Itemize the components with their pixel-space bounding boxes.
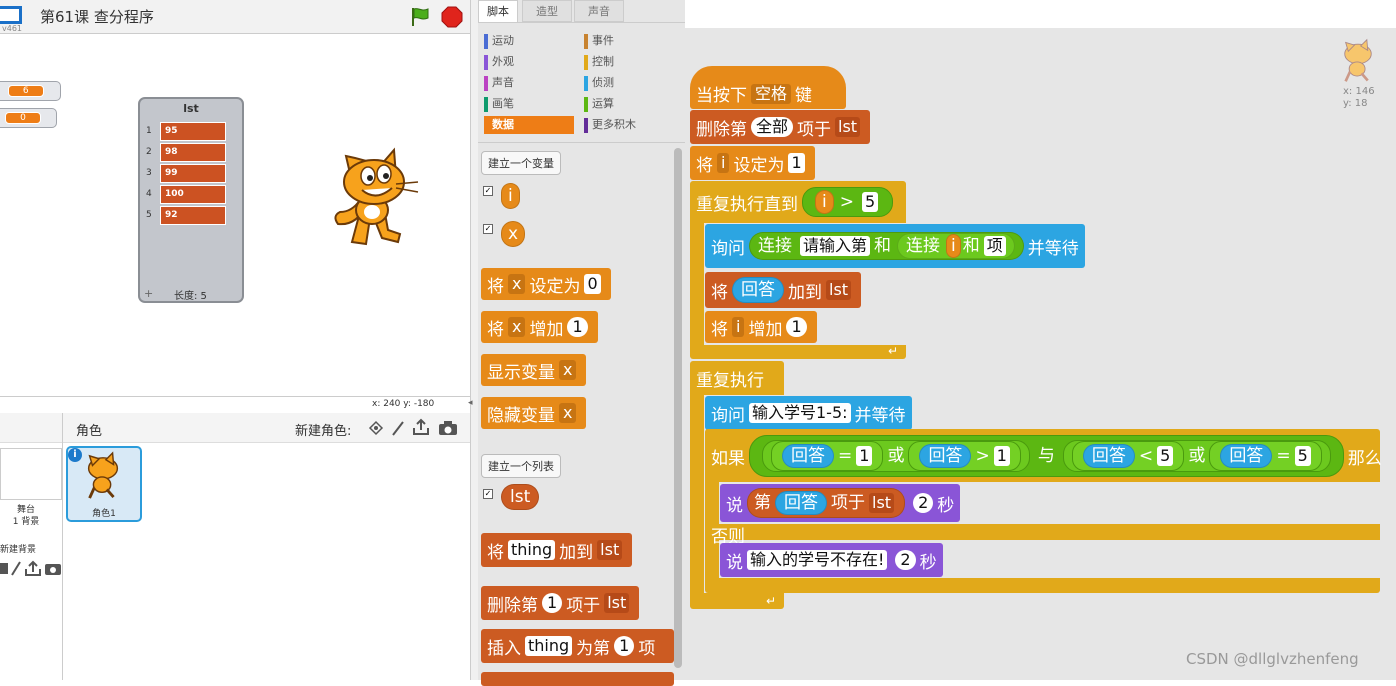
variable-monitor-x[interactable]: 0 [0,108,57,128]
variable-monitor-i[interactable]: i6 [0,81,61,101]
list-checkbox[interactable]: ✓ [483,489,493,499]
category-motion[interactable]: 运动 [484,32,574,50]
paint-brush-icon[interactable] [390,420,406,436]
tab-costumes[interactable]: 造型 [522,0,572,22]
delete-item-block[interactable]: 删除第 1 项于 lst [481,586,640,620]
tab-scripts[interactable]: 脚本 [478,0,518,22]
cat-thumbnail-icon [87,451,119,499]
change-variable-block[interactable]: 将 x 增加 1 [481,311,598,343]
category-pen[interactable]: 画笔 [484,95,574,113]
category-separator [478,142,685,143]
say-item-block[interactable]: 说第回答 项于 lst 2 秒 [720,484,961,522]
category-sound[interactable]: 声音 [484,74,574,92]
backdrop-tools-icon[interactable] [0,560,64,576]
list-item: 4 100 [146,184,226,204]
when-key-pressed-block[interactable]: 当按下 空格键 [690,66,846,109]
green-flag-icon[interactable] [409,6,431,28]
var-i-reporter[interactable]: i [501,183,520,209]
sprite-position: x: 146 y: 18 [1343,86,1375,109]
hide-variable-block[interactable]: 隐藏变量 x [481,397,587,429]
delete-all-block[interactable]: 删除第 全部 项于 lst [690,110,871,144]
list-title: lst [183,102,199,115]
info-icon[interactable]: i [68,448,82,462]
ask-id-block[interactable]: 询问 输入学号1-5: 并等待 [705,396,912,430]
list-reporter[interactable]: lst [501,484,540,510]
panel-divider [62,413,63,680]
stage-label: 舞台 1 背景 [12,505,40,527]
if-header: 如果 回答 = 1 或回答 >1 与回答 <5 或回答 = 5 那么 [705,432,1388,480]
list-item: 3 99 [146,163,226,183]
list-item: 2 98 [146,142,226,162]
collapse-arrow-icon[interactable]: ◂ [468,398,473,408]
change-i-block[interactable]: 将 i 增加 1 [705,311,817,343]
list-monitor-lst[interactable]: lst 1 95 2 98 3 99 4 100 5 92 + 长度: 5 [138,97,244,303]
add-answer-block[interactable]: 将回答 加到 lst [705,272,862,308]
version-label: v461 [2,24,23,33]
set-i-block[interactable]: 将 i 设定为 1 [690,146,815,180]
add-to-list-block[interactable]: 将 thing 加到 lst [481,533,633,567]
cat-sprite-icon[interactable] [326,146,422,250]
category-events[interactable]: 事件 [584,32,674,50]
list-length: 长度: 5 [174,291,207,302]
say-not-exist-block[interactable]: 说输入的学号不存在! 2 秒 [720,543,943,577]
mouse-coordinates: x: 240 y: -180 [372,399,435,409]
list-item: 5 92 [146,205,226,225]
repeat-until-header: 重复执行直到 i >5 [690,183,903,221]
tab-underline [478,22,685,23]
show-variable-block[interactable]: 显示变量 x [481,354,587,386]
else-label: 否则 [711,526,745,547]
current-sprite-icon [1344,38,1372,82]
var-x-reporter[interactable]: x [501,221,526,247]
watermark: CSDN @dllglvzhenfeng [1186,650,1359,668]
monitor-value: 6 [7,85,44,97]
replace-item-block[interactable] [481,672,674,686]
loop-arrow-icon: ↵ [888,344,899,358]
make-list-button[interactable]: 建立一个列表 [481,454,561,478]
ask-join-block[interactable]: 询问 连接 请输入第和连接 i 和项并等待 [705,224,1085,268]
var-x-checkbox[interactable]: ✓ [483,224,493,234]
monitor-value: 0 [5,112,41,124]
category-data[interactable]: 数据 [484,116,574,134]
list-item: 1 95 [146,121,226,141]
insert-item-block[interactable]: 插入 thing 为第 1 项 [481,629,674,663]
category-control[interactable]: 控制 [584,53,674,71]
sprite-name: 角色1 [92,509,116,519]
palette-scrollbar[interactable] [674,148,682,668]
pane-divider[interactable] [470,0,478,680]
loop-arrow-icon: ↵ [766,594,777,608]
sprite-library-icon[interactable] [368,420,384,436]
camera-icon[interactable] [438,420,458,436]
category-sensing[interactable]: 侦测 [584,74,674,92]
stop-sign-icon[interactable] [441,6,463,28]
category-looks[interactable]: 外观 [484,53,574,71]
scripts-header [685,0,1396,28]
new-sprite-label: 新建角色: [295,424,352,439]
add-item-button[interactable]: + [144,287,153,300]
sprites-label: 角色 [76,424,103,439]
new-backdrop-label: 新建背景 [0,545,37,555]
var-i-checkbox[interactable]: ✓ [483,186,493,196]
category-more-blocks[interactable]: 更多积木 [584,116,674,134]
presentation-mode-icon[interactable] [0,6,22,24]
set-variable-block[interactable]: 将 x 设定为 0 [481,268,611,300]
forever-label: 重复执行 [696,370,764,391]
category-operators[interactable]: 运算 [584,95,674,113]
upload-icon[interactable] [412,418,430,436]
stage-thumbnail[interactable] [0,448,62,500]
tab-sounds[interactable]: 声音 [574,0,624,22]
make-variable-button[interactable]: 建立一个变量 [481,151,561,175]
project-title[interactable]: 第61课 查分程序 [40,6,154,27]
